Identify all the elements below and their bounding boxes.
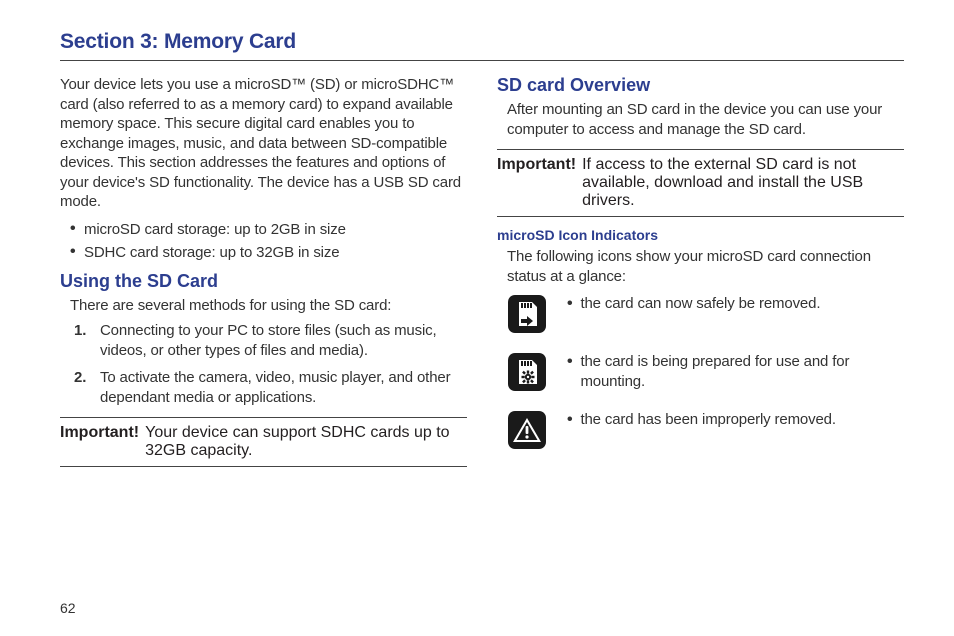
indicator-text: the card has been improperly removed.: [580, 410, 835, 431]
important-label: Important!: [497, 156, 576, 210]
important-text: If access to the external SD card is not…: [582, 156, 904, 210]
step-number: 2.: [74, 368, 90, 407]
step-1: 1. Connecting to your PC to store files …: [74, 321, 467, 360]
intro-paragraph: Your device lets you use a microSD™ (SD)…: [60, 75, 467, 212]
divider-top: [60, 60, 904, 61]
step-text: To activate the camera, video, music pla…: [100, 368, 467, 407]
step-2: 2. To activate the camera, video, music …: [74, 368, 467, 407]
bullet-sdhc: SDHC card storage: up to 32GB in size: [70, 243, 467, 263]
using-sd-heading: Using the SD Card: [60, 271, 467, 292]
indicator-safe-remove: • the card can now safely be removed.: [507, 294, 904, 334]
indicators-heading: microSD Icon Indicators: [497, 227, 904, 243]
indicators-intro: The following icons show your microSD ca…: [507, 247, 904, 286]
using-sd-steps: 1. Connecting to your PC to store files …: [74, 321, 467, 407]
sd-preparing-icon: [507, 352, 547, 392]
indicator-improper-remove: • the card has been improperly removed.: [507, 410, 904, 450]
bullet-microsd: microSD card storage: up to 2GB in size: [70, 220, 467, 240]
bullet-dot: •: [567, 294, 572, 315]
section-title: Section 3: Memory Card: [60, 30, 904, 54]
important-label: Important!: [60, 424, 139, 460]
bullet-dot: •: [567, 410, 572, 431]
indicator-list: • the card can now safely be removed.: [507, 294, 904, 450]
important-text: Your device can support SDHC cards up to…: [145, 424, 467, 460]
warning-icon: [507, 410, 547, 450]
using-sd-intro: There are several methods for using the …: [70, 296, 467, 316]
content-columns: Your device lets you use a microSD™ (SD)…: [60, 75, 904, 468]
indicator-text: the card can now safely be removed.: [580, 294, 820, 315]
bullet-dot: •: [567, 352, 572, 391]
indicator-text: the card is being prepared for use and f…: [580, 352, 904, 391]
storage-bullets: microSD card storage: up to 2GB in size …: [70, 220, 467, 263]
step-text: Connecting to your PC to store files (su…: [100, 321, 467, 360]
step-number: 1.: [74, 321, 90, 360]
right-column: SD card Overview After mounting an SD ca…: [497, 75, 904, 468]
sd-safe-remove-icon: [507, 294, 547, 334]
page-number: 62: [60, 600, 76, 616]
overview-heading: SD card Overview: [497, 75, 904, 96]
indicator-preparing: • the card is being prepared for use and…: [507, 352, 904, 392]
overview-text: After mounting an SD card in the device …: [507, 100, 904, 139]
important-block-right: Important! If access to the external SD …: [497, 149, 904, 217]
important-block-left: Important! Your device can support SDHC …: [60, 417, 467, 467]
left-column: Your device lets you use a microSD™ (SD)…: [60, 75, 467, 468]
